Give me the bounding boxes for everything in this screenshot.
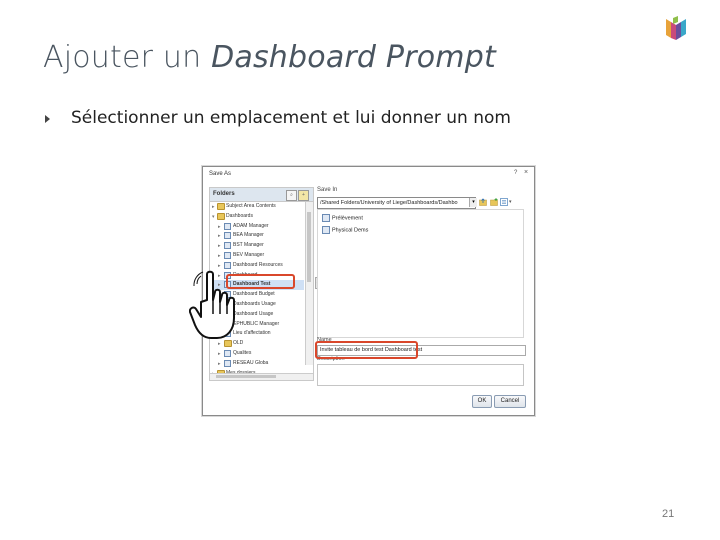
folders-header: Folders ⌕ + (210, 188, 313, 202)
page-icon (224, 359, 231, 367)
tree-item[interactable]: ▾ Dashboards (210, 212, 304, 222)
hand-pointer-icon (189, 270, 235, 339)
search-icon[interactable]: ⌕ (286, 190, 297, 201)
slide-title: Ajouter un Dashboard Prompt (43, 40, 496, 75)
page-icon (322, 226, 330, 234)
file-list: Prélèvement Physical Dems (317, 209, 524, 338)
save-in-label: Save In (317, 187, 338, 193)
tree-item[interactable]: ▸ RESEAU Globa (210, 359, 304, 369)
tree-item[interactable]: ▸ ADAM Manager (210, 222, 304, 232)
help-icon[interactable]: ? (514, 170, 517, 176)
vertical-scrollbar[interactable] (305, 202, 313, 365)
file-item[interactable]: Physical Dems (322, 226, 368, 234)
dialog-title: Save As (209, 171, 232, 177)
horizontal-scrollbar[interactable] (210, 373, 313, 380)
up-folder-icon[interactable] (479, 198, 487, 206)
page-icon (224, 242, 231, 250)
description-input[interactable] (317, 364, 524, 386)
page-icon (224, 261, 231, 269)
page-icon (224, 349, 231, 357)
page-icon (224, 251, 231, 259)
folders-header-label: Folders (213, 191, 235, 197)
folder-icon (217, 203, 225, 210)
tree-item[interactable]: ▸ BEA Manager (210, 231, 304, 241)
tree-item[interactable]: ▸ BST Manager (210, 241, 304, 251)
tree-item[interactable]: ▸ BEV Manager (210, 251, 304, 261)
list-view-icon[interactable] (500, 198, 508, 206)
file-item[interactable]: Prélèvement (322, 214, 363, 222)
cancel-button[interactable]: Cancel (494, 395, 526, 408)
tree-item[interactable]: ▸ Subject Area Contents (210, 202, 304, 212)
page-number: 21 (662, 508, 675, 520)
save-as-dialog: Save As ? × Folders ⌕ + ▸ Subject Area Co… (202, 166, 535, 416)
highlight-name-box (315, 341, 418, 359)
title-italic: Dashboard Prompt (211, 40, 496, 75)
title-plain: Ajouter un (43, 40, 212, 75)
page-icon (322, 214, 330, 222)
bullet-text: Sélectionner un emplacement et lui donne… (71, 108, 511, 128)
bullet-arrow-icon (45, 115, 50, 123)
view-menu-chevron-icon[interactable]: ▾ (509, 199, 512, 205)
ok-button[interactable]: OK (472, 395, 492, 408)
close-icon[interactable]: × (524, 169, 528, 176)
university-logo-icon (666, 16, 686, 40)
page-icon (224, 222, 231, 230)
page-icon (224, 232, 231, 240)
new-folder-icon[interactable] (490, 198, 498, 206)
tree-item[interactable]: ▸ Qualites (210, 349, 304, 359)
path-select[interactable]: /Shared Folders/University of Liege/Dash… (317, 197, 476, 209)
folder-icon (217, 212, 225, 220)
chevron-down-icon[interactable]: ▾ (469, 198, 477, 207)
new-folder-icon[interactable]: + (298, 190, 309, 201)
